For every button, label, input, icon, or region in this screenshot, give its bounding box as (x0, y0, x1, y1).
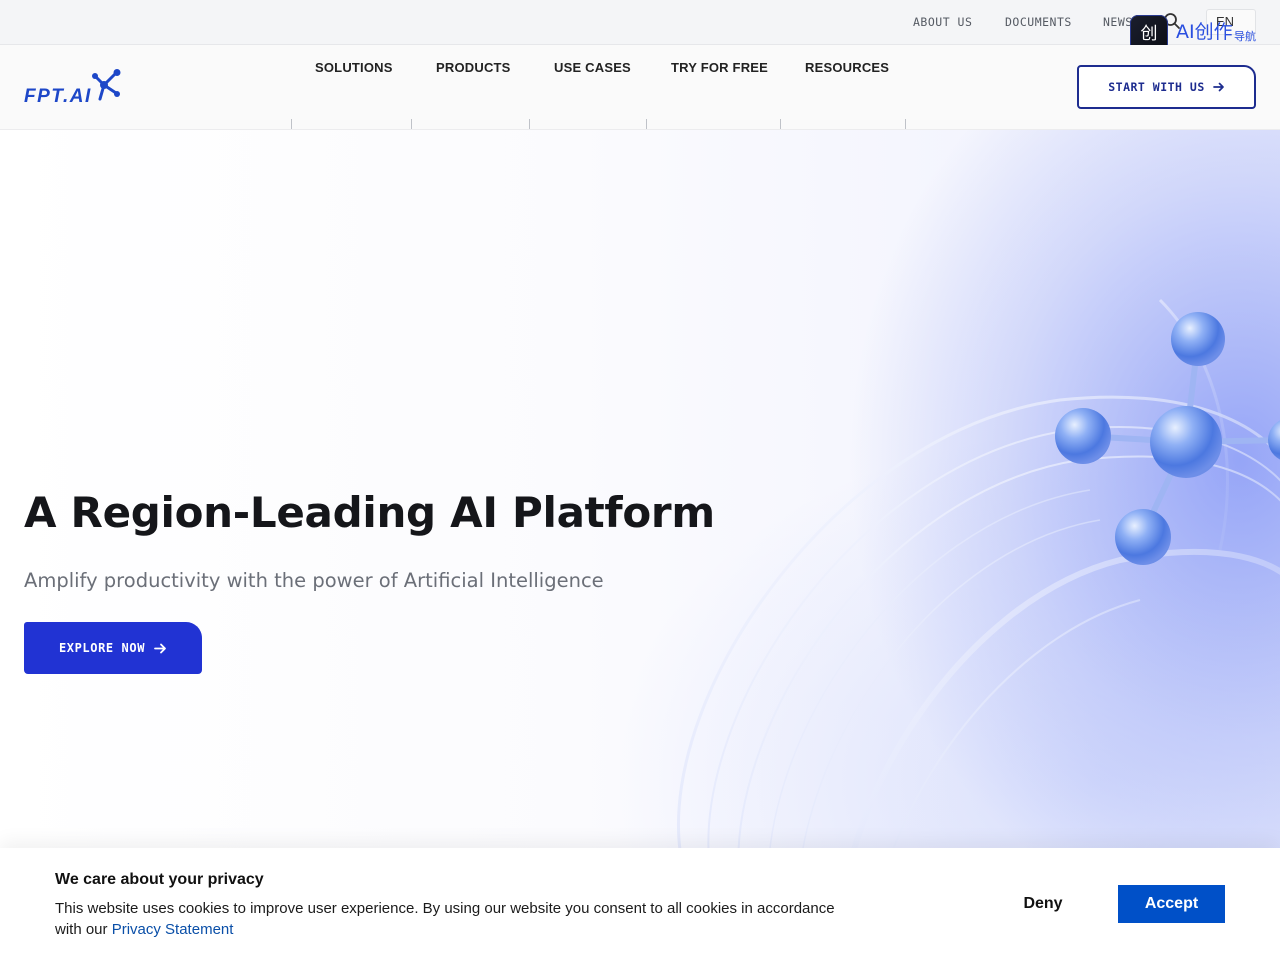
start-with-us-label: START WITH US (1108, 80, 1205, 94)
start-with-us-button[interactable]: START WITH US (1077, 65, 1256, 109)
privacy-statement-link[interactable]: Privacy Statement (112, 921, 234, 938)
atom-sphere (1115, 509, 1171, 565)
atom-sphere (1055, 408, 1111, 464)
nav-divider (646, 119, 647, 129)
arrow-right-icon (154, 643, 166, 653)
deny-cookies-button[interactable]: Deny (1005, 885, 1081, 923)
hero-title: A Region-Leading AI Platform (24, 488, 715, 537)
about-us-link[interactable]: ABOUT US (913, 15, 972, 29)
explore-now-label: EXPLORE NOW (58, 641, 146, 655)
cookie-message: This website uses cookies to improve use… (55, 898, 835, 940)
hero-subtitle: Amplify productivity with the power of A… (24, 569, 604, 592)
nav-divider (780, 119, 781, 129)
nav-try-for-free[interactable]: TRY FOR FREE (671, 60, 768, 75)
atom-sphere (1268, 420, 1280, 460)
cookie-consent-banner: We care about your privacy This website … (0, 848, 1280, 960)
nav-products[interactable]: PRODUCTS (436, 60, 511, 75)
utility-bar: ABOUT US DOCUMENTS NEWS EN (0, 0, 1280, 45)
promo-badge-text: AI创作 (1176, 21, 1233, 43)
nav-solutions[interactable]: SOLUTIONS (315, 60, 393, 75)
nav-use-cases[interactable]: USE CASES (554, 60, 631, 75)
atom-sphere (1171, 312, 1225, 366)
nav-divider (905, 119, 906, 129)
nav-divider (291, 119, 292, 129)
molecule-illustration (677, 298, 1280, 960)
explore-now-button[interactable]: EXPLORE NOW (24, 622, 202, 674)
cookie-title: We care about your privacy (55, 871, 264, 888)
nav-resources[interactable]: RESOURCES (805, 60, 889, 75)
documents-link[interactable]: DOCUMENTS (1005, 15, 1072, 29)
atom-sphere (1150, 406, 1222, 478)
main-navbar: FPT.AI SOLUTIONS PRODUCTS USE CASES TRY … (0, 45, 1280, 130)
nav-divider (411, 119, 412, 129)
hero-section: A Region-Leading AI Platform Amplify pro… (0, 130, 1280, 960)
fpt-ai-logo[interactable]: FPT.AI (24, 69, 124, 109)
logo-text: FPT.AI (24, 86, 92, 107)
arrow-right-icon (1212, 82, 1224, 92)
accept-cookies-button[interactable]: Accept (1118, 885, 1225, 923)
nav-divider (529, 119, 530, 129)
promo-badge-subtext: 导航 (1234, 30, 1256, 43)
news-link[interactable]: NEWS (1103, 15, 1133, 29)
